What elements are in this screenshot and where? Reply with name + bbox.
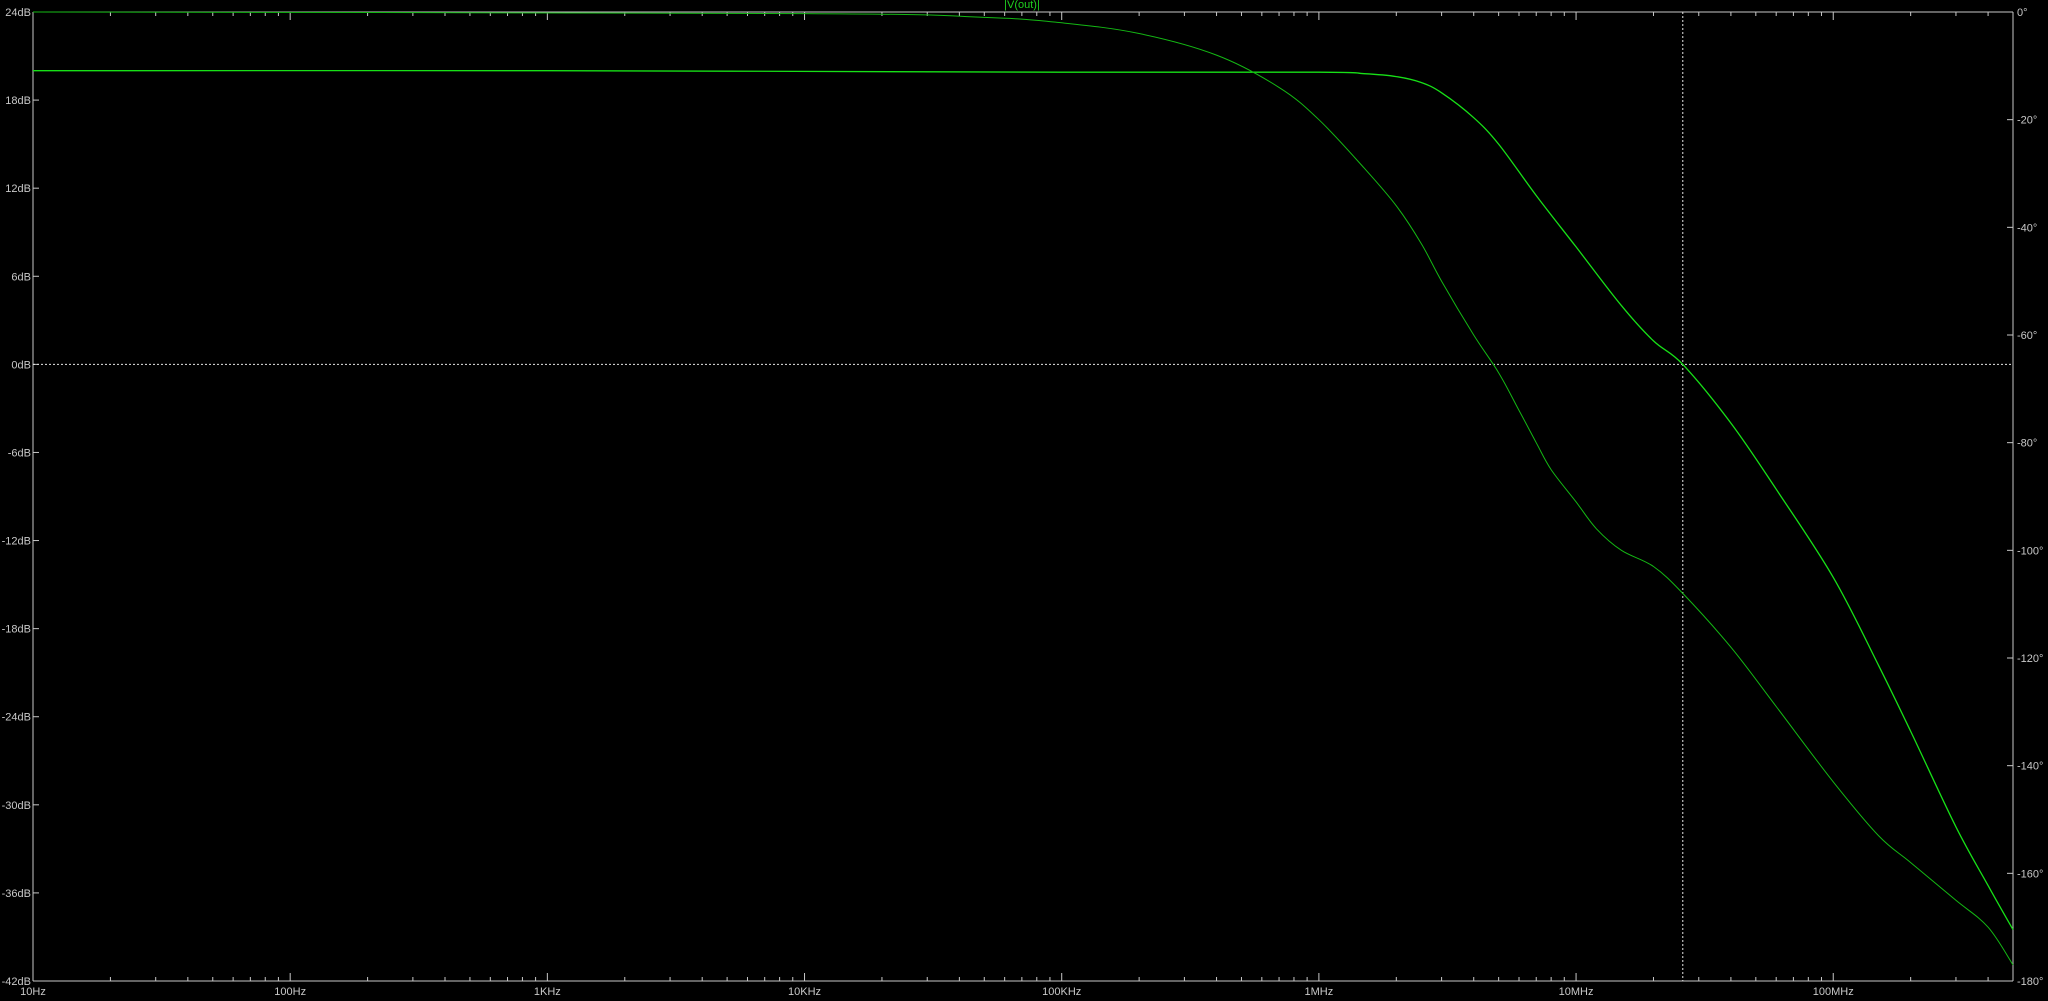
y2-tick-label: -100° (2017, 545, 2043, 557)
trace-title[interactable]: |V(out)| (1004, 0, 1040, 11)
y-tick-label: -6dB (8, 447, 31, 459)
plot-background (0, 0, 2048, 1001)
y-tick-label: 0dB (11, 359, 31, 371)
x-tick-label: 1MHz (1305, 986, 1334, 998)
x-tick-label: 100KHz (1042, 986, 1081, 998)
y-tick-label: -30dB (2, 800, 31, 812)
y2-tick-label: -80° (2017, 438, 2037, 450)
x-tick-label: 100Hz (274, 986, 306, 998)
y-tick-label: -18dB (2, 624, 31, 636)
y-tick-label: -42dB (2, 976, 31, 988)
y2-tick-label: -140° (2017, 761, 2043, 773)
y-tick-label: 6dB (11, 271, 31, 283)
x-tick-label: 10KHz (788, 986, 821, 998)
y2-tick-label: -180° (2017, 976, 2043, 988)
y-tick-label: -24dB (2, 712, 31, 724)
x-tick-label: 100MHz (1813, 986, 1854, 998)
y2-tick-label: 0° (2017, 7, 2028, 19)
y-tick-label: 24dB (5, 7, 31, 19)
x-tick-label: 1KHz (534, 986, 561, 998)
y2-tick-label: -160° (2017, 868, 2043, 880)
y-tick-label: -36dB (2, 888, 31, 900)
y2-tick-label: -60° (2017, 330, 2037, 342)
y-tick-label: -12dB (2, 536, 31, 548)
y2-tick-label: -40° (2017, 222, 2037, 234)
y2-tick-label: -120° (2017, 653, 2043, 665)
y-tick-label: 18dB (5, 95, 31, 107)
x-tick-label: 10MHz (1559, 986, 1594, 998)
bode-plot[interactable]: 10Hz 100Hz 1KHz 10KHz 100KHz 1MHz 10MHz 100MHz2… (0, 0, 2048, 1001)
y2-tick-label: -20° (2017, 115, 2037, 127)
y-tick-label: 12dB (5, 183, 31, 195)
